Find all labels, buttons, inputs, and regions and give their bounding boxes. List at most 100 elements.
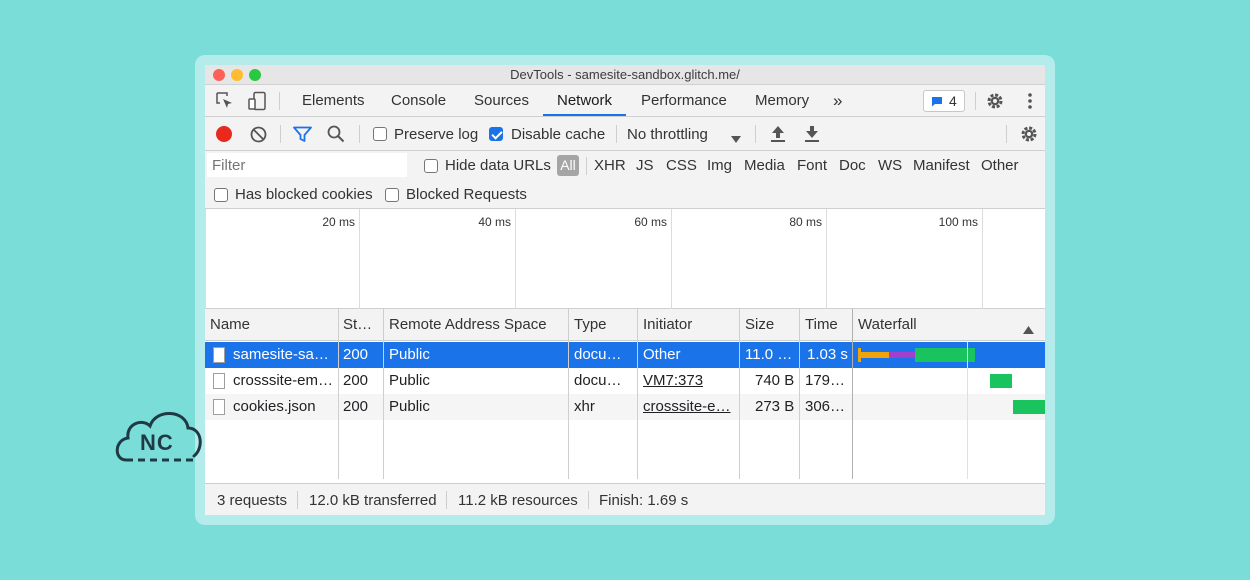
tab-sources[interactable]: Sources — [474, 85, 529, 116]
export-har-download-icon[interactable] — [804, 125, 820, 147]
network-toolbar: Preserve log Disable cache No throttling — [205, 117, 1045, 151]
has-blocked-cookies-checkbox[interactable] — [214, 188, 228, 202]
table-row[interactable]: cookies.json 200 Public xhr crosssite-e…… — [205, 394, 1045, 420]
status-requests: 3 requests — [217, 492, 288, 509]
filter-manifest-button[interactable]: Manifest — [913, 157, 970, 174]
tab-performance[interactable]: Performance — [641, 85, 727, 116]
row-time: 306… — [805, 398, 846, 415]
hide-data-urls-label[interactable]: Hide data URLs — [445, 157, 551, 174]
column-header-size[interactable]: Size — [745, 309, 774, 341]
row-name: crosssite-em… — [233, 372, 334, 389]
waterfall-bar-waiting — [915, 348, 975, 362]
clear-icon[interactable] — [250, 126, 267, 147]
message-icon — [932, 97, 942, 107]
row-type: docu… — [574, 346, 622, 363]
timeline-gridline — [359, 209, 360, 309]
title-bar: DevTools - samesite-sandbox.glitch.me/ — [205, 65, 1045, 85]
column-divider — [852, 309, 853, 479]
row-name: samesite-sa… — [233, 346, 329, 363]
divider — [755, 125, 756, 143]
tab-memory[interactable]: Memory — [755, 85, 809, 116]
column-divider — [338, 309, 339, 479]
divider — [297, 491, 298, 509]
timeline-gridline — [515, 209, 516, 309]
column-header-remote-address-space[interactable]: Remote Address Space — [389, 309, 547, 341]
row-size: 740 B — [755, 372, 795, 389]
settings-gear-icon[interactable] — [985, 91, 1005, 111]
network-settings-gear-icon[interactable] — [1019, 124, 1039, 148]
column-header-type[interactable]: Type — [574, 309, 607, 341]
column-header-time[interactable]: Time — [805, 309, 838, 341]
overview-timeline[interactable]: 20 ms 40 ms 60 ms 80 ms 100 ms — [205, 209, 1045, 309]
row-initiator-link[interactable]: crosssite-e… — [643, 394, 731, 420]
preserve-log-label[interactable]: Preserve log — [394, 126, 478, 143]
tab-network[interactable]: Network — [543, 85, 627, 116]
filter-img-button[interactable]: Img — [707, 157, 732, 174]
tab-console[interactable]: Console — [391, 85, 446, 116]
preserve-log-checkbox[interactable] — [373, 127, 387, 141]
filter-doc-button[interactable]: Doc — [839, 157, 866, 174]
has-blocked-cookies-label[interactable]: Has blocked cookies — [235, 186, 373, 203]
row-time: 1.03 s — [807, 346, 848, 363]
table-row[interactable]: samesite-sa… 200 Public docu… Other 11.0… — [205, 342, 1045, 368]
more-tabs-chevron-icon[interactable]: » — [833, 85, 842, 116]
divider — [975, 92, 976, 110]
record-button-icon[interactable] — [216, 126, 232, 142]
filter-all-button[interactable]: All — [557, 155, 579, 176]
document-file-icon — [213, 373, 225, 389]
column-header-name[interactable]: Name — [210, 309, 250, 341]
filter-font-button[interactable]: Font — [797, 157, 827, 174]
tab-elements[interactable]: Elements — [302, 85, 365, 116]
row-type: xhr — [574, 398, 595, 415]
row-initiator-link[interactable]: VM7:373 — [643, 368, 703, 394]
column-divider — [383, 309, 384, 479]
waterfall-bar-ssl — [889, 352, 915, 358]
dropdown-triangle-icon[interactable] — [731, 130, 741, 147]
filter-funnel-icon[interactable] — [293, 126, 312, 147]
issues-count: 4 — [949, 93, 957, 109]
device-toolbar-icon[interactable] — [247, 91, 267, 111]
waterfall-bar-connecting — [861, 352, 889, 358]
throttling-select[interactable]: No throttling — [627, 126, 708, 143]
column-divider — [637, 309, 638, 479]
filter-xhr-button[interactable]: XHR — [594, 157, 626, 174]
row-remote-address-space: Public — [389, 372, 430, 389]
disable-cache-checkbox[interactable] — [489, 127, 503, 141]
row-remote-address-space: Public — [389, 398, 430, 415]
filter-ws-button[interactable]: WS — [878, 157, 902, 174]
timeline-gridline — [982, 209, 983, 309]
waterfall-gridline — [967, 342, 968, 479]
column-header-initiator[interactable]: Initiator — [643, 309, 692, 341]
filter-other-button[interactable]: Other — [981, 157, 1019, 174]
divider — [616, 125, 617, 143]
filter-input[interactable] — [207, 153, 407, 177]
table-header-row: Name St… Remote Address Space Type Initi… — [205, 309, 1045, 341]
devtools-window: DevTools - samesite-sandbox.glitch.me/ E… — [205, 65, 1045, 515]
timeline-gridline — [826, 209, 827, 309]
column-header-waterfall[interactable]: Waterfall — [858, 309, 917, 341]
blocked-requests-checkbox[interactable] — [385, 188, 399, 202]
disable-cache-label[interactable]: Disable cache — [511, 126, 605, 143]
filter-css-button[interactable]: CSS — [666, 157, 697, 174]
timeline-tick-label: 20 ms — [322, 215, 355, 229]
sort-ascending-icon[interactable] — [1023, 321, 1034, 338]
column-header-status[interactable]: St… — [343, 309, 372, 341]
filter-js-button[interactable]: JS — [636, 157, 654, 174]
blocked-requests-label[interactable]: Blocked Requests — [406, 186, 527, 203]
table-row[interactable]: crosssite-em… 200 Public docu… VM7:373 7… — [205, 368, 1045, 394]
hide-data-urls-checkbox[interactable] — [424, 159, 438, 173]
divider — [359, 125, 360, 143]
column-divider — [739, 309, 740, 479]
panel-tabs-bar: Elements Console Sources Network Perform… — [205, 85, 1045, 117]
search-icon[interactable] — [327, 125, 345, 147]
timeline-gridline — [205, 209, 206, 309]
column-divider — [568, 309, 569, 479]
divider — [588, 491, 589, 509]
inspect-element-icon[interactable] — [215, 91, 235, 111]
import-har-upload-icon[interactable] — [770, 125, 786, 147]
waterfall-bar-waiting — [1013, 400, 1045, 414]
issues-badge[interactable]: 4 — [923, 90, 965, 112]
filter-media-button[interactable]: Media — [744, 157, 785, 174]
more-options-kebab-icon[interactable] — [1020, 91, 1040, 111]
divider — [446, 491, 447, 509]
